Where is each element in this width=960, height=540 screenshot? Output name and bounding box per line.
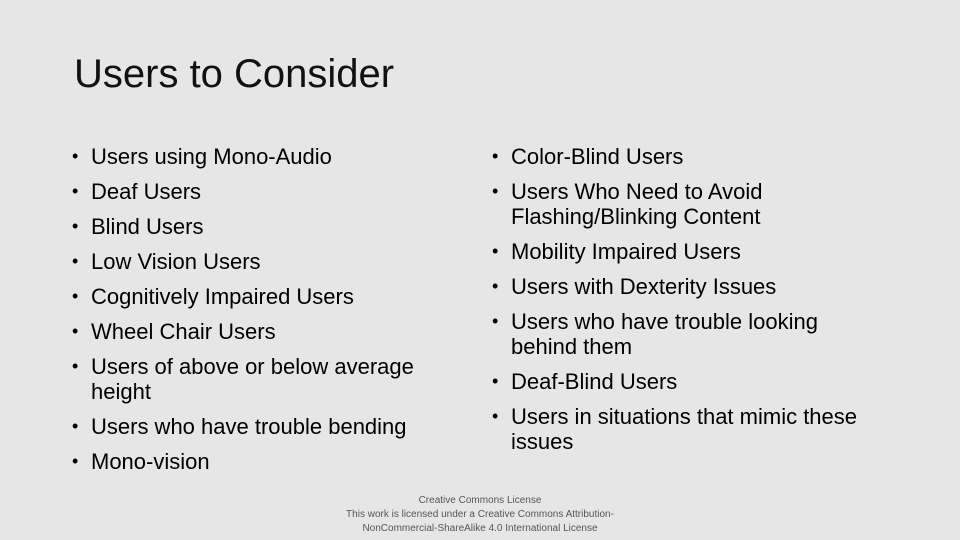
bullet-icon: • — [72, 451, 79, 471]
list-item-text: Color-Blind Users — [511, 144, 684, 169]
license-text-line: NonCommercial-ShareAlike 4.0 Internation… — [362, 523, 598, 534]
list-item-text: Users Who Need to Avoid Flashing/Blinkin… — [511, 179, 763, 229]
list-item-text: Users in situations that mimic these iss… — [511, 404, 858, 454]
bullet-icon: • — [492, 276, 499, 296]
bullet-icon: • — [492, 311, 499, 331]
list-item-text: Users of above or below average height — [91, 354, 414, 404]
list-item-text: Users with Dexterity Issues — [511, 274, 777, 299]
list-item-text: Wheel Chair Users — [91, 319, 276, 344]
bullet-icon: • — [72, 321, 79, 341]
bullet-icon: • — [492, 406, 499, 426]
list-item-text: Mono-vision — [91, 449, 210, 474]
list-item: • Users Who Need to Avoid Flashing/Blinki… — [492, 179, 872, 229]
bullet-icon: • — [72, 251, 79, 271]
bullet-icon: • — [72, 146, 79, 166]
list-item-text: Cognitively Impaired Users — [91, 284, 354, 309]
bullet-icon: • — [492, 146, 499, 166]
list-item-text: Blind Users — [91, 214, 204, 239]
slide-title: Users to Consider — [74, 52, 395, 96]
bullet-icon: • — [492, 371, 499, 391]
bullet-icon: • — [72, 286, 79, 306]
bullet-icon: • — [72, 181, 79, 201]
list-item: • Users using Mono-Audio — [72, 144, 452, 169]
list-item: • Users with Dexterity Issues — [492, 274, 872, 299]
list-item: • Users who have trouble bending — [72, 414, 452, 439]
bullet-icon: • — [72, 216, 79, 236]
list-item-text: Low Vision Users — [91, 249, 261, 274]
list-item: • Users who have trouble looking behind t… — [492, 309, 872, 359]
list-item: • Users of above or below average height — [72, 354, 452, 404]
list-item-text: Deaf-Blind Users — [511, 369, 678, 394]
list-item: • Wheel Chair Users — [72, 319, 452, 344]
license-footer: Creative Commons License This work is li… — [0, 494, 960, 536]
bullet-icon: • — [72, 416, 79, 436]
right-bullet-list: • Color-Blind Users • Users Who Need to Av… — [492, 144, 872, 464]
bullet-icon: • — [72, 356, 79, 376]
list-item-text: Users using Mono-Audio — [91, 144, 332, 169]
list-item-text: Deaf Users — [91, 179, 202, 204]
list-item: • Blind Users — [72, 214, 452, 239]
bullet-icon: • — [492, 181, 499, 201]
list-item: • Deaf Users — [72, 179, 452, 204]
list-item-text: Users who have trouble looking behind th… — [511, 309, 818, 359]
license-text-line: This work is licensed under a Creative C… — [346, 509, 614, 520]
list-item-text: Mobility Impaired Users — [511, 239, 741, 264]
list-item-text: Users who have trouble bending — [91, 414, 407, 439]
list-item: • Deaf-Blind Users — [492, 369, 872, 394]
list-item: • Cognitively Impaired Users — [72, 284, 452, 309]
list-item: • Color-Blind Users — [492, 144, 872, 169]
list-item: • Users in situations that mimic these is… — [492, 404, 872, 454]
license-title: Creative Commons License — [418, 495, 542, 506]
list-item: • Mobility Impaired Users — [492, 239, 872, 264]
list-item: • Mono-vision — [72, 449, 452, 474]
bullet-icon: • — [492, 241, 499, 261]
left-bullet-list: • Users using Mono-Audio • Deaf Users • Bli… — [72, 144, 452, 484]
list-item: • Low Vision Users — [72, 249, 452, 274]
